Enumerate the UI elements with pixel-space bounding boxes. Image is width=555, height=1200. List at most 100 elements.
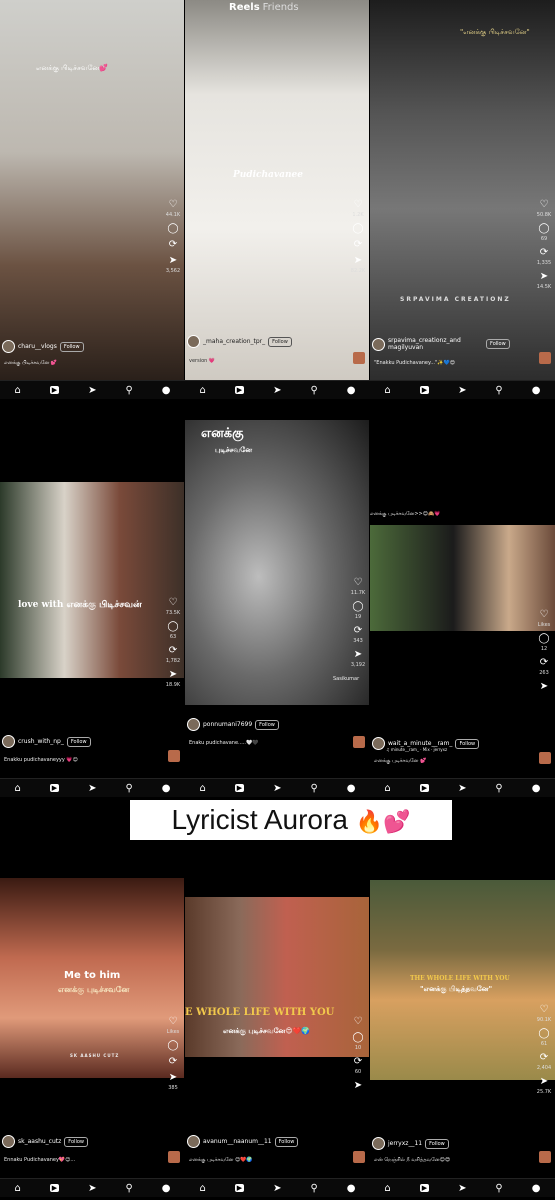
comment-icon[interactable]: ◯ — [167, 224, 178, 234]
reels-icon[interactable]: ▶ — [419, 1184, 430, 1192]
username[interactable]: wait_a_minute__ram_ — [388, 740, 452, 747]
send-icon[interactable]: ➤ — [540, 272, 548, 282]
send-icon[interactable]: ➤ — [88, 385, 96, 396]
reel-panel-5[interactable]: எனக்கு புடிச்சவனே Sasikumar ♡ 11.7K ◯ 19 ⟳… — [185, 400, 369, 775]
reel-user[interactable]: ponnumani7699 Follow — [187, 718, 279, 731]
username[interactable]: charu__vlogs — [18, 343, 57, 350]
send-icon[interactable]: ➤ — [354, 650, 362, 660]
repost-icon[interactable]: ⟳ — [354, 626, 362, 636]
reel-panel-6[interactable]: எனக்கு புடிச்சவனே>>😊🙈💗 ♡ Likes ◯ 12 ⟳ 263 ➤… — [370, 400, 555, 775]
profile-icon[interactable]: ● — [532, 1183, 541, 1194]
search-icon[interactable]: ⚲ — [495, 385, 502, 396]
comment-icon[interactable]: ◯ — [538, 1029, 549, 1039]
follow-button[interactable]: Follow — [268, 336, 292, 347]
send-icon[interactable]: ➤ — [273, 385, 281, 396]
reels-icon[interactable]: ▶ — [49, 386, 60, 394]
send-icon[interactable]: ➤ — [458, 1183, 466, 1194]
username[interactable]: ponnumani7699 — [203, 721, 252, 728]
profile-icon[interactable]: ● — [162, 783, 171, 794]
send-icon[interactable]: ➤ — [273, 783, 281, 794]
comment-icon[interactable]: ◯ — [352, 1033, 363, 1043]
reel-panel-8[interactable]: E WHOLE LIFE WITH YOU எனக்கு புடிச்சவனே😍… — [185, 845, 369, 1175]
follow-button[interactable]: Follow — [425, 1138, 449, 1149]
reels-icon[interactable]: ▶ — [49, 784, 60, 792]
profile-icon[interactable]: ● — [162, 1183, 171, 1194]
send-icon[interactable]: ➤ — [88, 783, 96, 794]
avatar[interactable] — [2, 340, 15, 353]
reel-panel-2[interactable]: Reels Friends Pudichavanee ♡ 1.2K ◯ ⟳ ➤ 82… — [185, 0, 369, 380]
reel-user[interactable]: charu__vlogs Follow — [2, 340, 84, 353]
repost-icon[interactable]: ⟳ — [540, 248, 548, 258]
search-icon[interactable]: ⚲ — [495, 783, 502, 794]
audio-label[interactable]: ♫ minute__ram_ · Mix · jerryxz — [386, 747, 447, 752]
follow-button[interactable]: Follow — [59, 341, 84, 352]
repost-icon[interactable]: ⟳ — [354, 1057, 362, 1067]
reels-icon[interactable]: ▶ — [234, 784, 245, 792]
reel-panel-3[interactable]: "எனக்கு பிடிச்சவனே" SRPAVIMA CREATIONZ ♡… — [370, 0, 555, 380]
repost-icon[interactable]: ⟳ — [169, 646, 177, 656]
home-icon[interactable]: ⌂ — [199, 385, 205, 396]
heart-icon[interactable]: ♡ — [354, 200, 363, 210]
follow-button[interactable]: Follow — [255, 719, 279, 730]
repost-icon[interactable]: ⟳ — [169, 1057, 177, 1067]
audio-thumb[interactable] — [353, 1151, 365, 1163]
repost-icon[interactable]: ⟳ — [540, 1053, 548, 1063]
reel-panel-7[interactable]: Me to him எனக்கு புடிச்சவனே SK AASHU CUT… — [0, 845, 184, 1175]
send-icon[interactable]: ➤ — [458, 783, 466, 794]
search-icon[interactable]: ⚲ — [125, 385, 132, 396]
username[interactable]: _maha_creation_tpr_ — [203, 338, 265, 345]
reel-panel-9[interactable]: THE WHOLE LIFE WITH YOU "எனக்கு பிடித்தவ… — [370, 845, 555, 1175]
comment-icon[interactable]: ◯ — [167, 1041, 178, 1051]
avatar[interactable] — [2, 1135, 15, 1148]
audio-thumb[interactable] — [539, 752, 551, 764]
reels-icon[interactable]: ▶ — [234, 1184, 245, 1192]
send-icon[interactable]: ➤ — [169, 256, 177, 266]
heart-icon[interactable]: ♡ — [540, 200, 549, 210]
home-icon[interactable]: ⌂ — [14, 385, 20, 396]
repost-icon[interactable]: ⟳ — [540, 658, 548, 668]
heart-icon[interactable]: ♡ — [169, 200, 178, 210]
avatar[interactable] — [372, 337, 385, 351]
username[interactable]: srpavima_creationz_and magilyuvan — [388, 337, 483, 351]
send-icon[interactable]: ➤ — [169, 670, 177, 680]
username[interactable]: crush_with_np_ — [18, 738, 64, 745]
audio-thumb[interactable] — [353, 736, 365, 748]
tab-reels[interactable]: Reels — [229, 2, 260, 13]
audio-thumb[interactable] — [168, 750, 180, 762]
heart-icon[interactable]: ♡ — [540, 1005, 549, 1015]
comment-icon[interactable]: ◯ — [538, 224, 549, 234]
search-icon[interactable]: ⚲ — [310, 783, 317, 794]
avatar[interactable] — [187, 718, 200, 731]
audio-thumb[interactable] — [168, 1151, 180, 1163]
home-icon[interactable]: ⌂ — [14, 1183, 20, 1194]
heart-icon[interactable]: ♡ — [169, 598, 178, 608]
username[interactable]: jerryxz__11 — [388, 1140, 422, 1147]
search-icon[interactable]: ⚲ — [495, 1183, 502, 1194]
avatar[interactable] — [2, 735, 15, 748]
send-icon[interactable]: ➤ — [273, 1183, 281, 1194]
reels-icon[interactable]: ▶ — [419, 386, 430, 394]
reels-icon[interactable]: ▶ — [234, 386, 245, 394]
avatar[interactable] — [187, 335, 200, 348]
audio-thumb[interactable] — [539, 1151, 551, 1163]
avatar[interactable] — [187, 1135, 200, 1148]
repost-icon[interactable]: ⟳ — [354, 240, 362, 250]
reel-user[interactable]: avanum__naanum__11 Follow — [187, 1135, 299, 1148]
avatar[interactable] — [372, 1137, 385, 1150]
profile-icon[interactable]: ● — [347, 1183, 356, 1194]
reel-user[interactable]: _maha_creation_tpr_ Follow — [187, 335, 292, 348]
comment-icon[interactable]: ◯ — [538, 634, 549, 644]
reel-panel-1[interactable]: எனக்கு பிடிச்சவனே💕 ♡ 44.1K ◯ ⟳ ➤ 3,562 cha… — [0, 0, 184, 380]
audio-thumb[interactable] — [353, 352, 365, 364]
reel-user[interactable]: jerryxz__11 Follow — [372, 1137, 449, 1150]
follow-button[interactable]: Follow — [274, 1136, 299, 1147]
profile-icon[interactable]: ● — [162, 385, 171, 396]
reel-user[interactable]: sk_aashu_cutz Follow — [2, 1135, 88, 1148]
home-icon[interactable]: ⌂ — [199, 783, 205, 794]
search-icon[interactable]: ⚲ — [125, 783, 132, 794]
profile-icon[interactable]: ● — [532, 783, 541, 794]
comment-icon[interactable]: ◯ — [352, 602, 363, 612]
send-icon[interactable]: ➤ — [354, 1081, 362, 1091]
comment-icon[interactable]: ◯ — [352, 224, 363, 234]
profile-icon[interactable]: ● — [347, 783, 356, 794]
